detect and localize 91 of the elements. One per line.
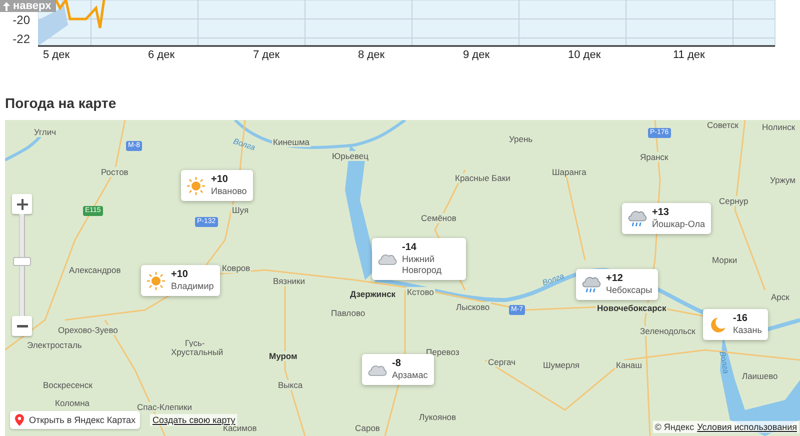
city-label: Зеленодольск: [639, 326, 696, 336]
create-map-link[interactable]: Создать свою карту: [150, 414, 238, 426]
city-label: Сергач: [487, 357, 516, 367]
copyright-text: © Яндекс: [654, 422, 694, 432]
city-label: Канаш: [615, 360, 643, 370]
weather-marker[interactable]: +10 Владимир: [141, 265, 220, 296]
weather-marker[interactable]: -8 Арзамас: [362, 354, 434, 385]
city-label: Углич: [33, 127, 58, 137]
city-label: Дзержинск: [349, 289, 397, 299]
x-axis-label: 6 дек: [148, 48, 176, 61]
x-axis-label: 9 дек: [463, 48, 491, 61]
temperature-value: +10: [211, 174, 229, 186]
y-axis-label: -22: [12, 32, 31, 46]
city-label: Уржум: [769, 175, 797, 185]
city-label: Спас-Клепики: [136, 402, 194, 412]
river-label: Волга: [541, 271, 566, 288]
x-axis-label: 7 дек: [253, 48, 281, 61]
river-label: Волга: [232, 136, 256, 152]
city-label: Вязники: [272, 276, 306, 286]
temperature-value: +12: [606, 273, 624, 285]
city-label: Лукоянов: [418, 412, 458, 422]
rain-cloud-icon: [627, 210, 647, 228]
temperature-value: +13: [652, 207, 670, 218]
city-label: Воскресенск: [42, 380, 94, 390]
x-axis-label: 8 дек: [358, 48, 386, 61]
city-name: Нижний Новгород: [402, 254, 442, 276]
terms-link[interactable]: Условия использования: [697, 422, 797, 432]
city-label: Морки: [711, 255, 738, 265]
city-label: Гусь-: [184, 338, 206, 348]
section-title: Погода на карте: [5, 95, 118, 113]
city-label: Лысково: [455, 302, 491, 312]
city-name: Казань: [733, 325, 762, 336]
city-label: Коломна: [54, 398, 91, 408]
city-label: Шумерля: [542, 360, 581, 370]
city-name: Арзамас: [392, 370, 428, 381]
city-label: Советск: [706, 120, 740, 130]
map-pin-icon: [15, 414, 24, 426]
plus-icon: [16, 198, 28, 210]
city-label: Муром: [268, 351, 298, 361]
city-label: Перевоз: [425, 347, 460, 357]
city-label: Лаишево: [741, 371, 779, 381]
zoom-in-button[interactable]: [12, 194, 32, 214]
x-axis-label: 5 дек: [43, 48, 71, 61]
city-label: Ростов: [100, 167, 130, 177]
weather-marker[interactable]: +12 Чебоксары: [576, 269, 658, 300]
weather-marker[interactable]: -14 Нижний Новгород: [372, 238, 466, 280]
x-axis-label: 11 дек: [673, 48, 706, 61]
x-axis-label: 10 дек: [568, 48, 602, 61]
city-label: Шаранга: [551, 167, 588, 177]
river-label: Волга: [718, 350, 731, 374]
city-label: Урень: [508, 134, 534, 144]
sun-icon: [186, 176, 206, 194]
temperature-value: -16: [733, 313, 748, 325]
city-label: Красные Баки: [454, 173, 512, 183]
city-label: Саров: [354, 423, 381, 433]
y-axis-label: -20: [12, 13, 31, 27]
temperature-value: +10: [171, 269, 189, 281]
city-name: Чебоксары: [606, 285, 652, 296]
city-label: Кстово: [406, 287, 435, 297]
temperature-value: -8: [392, 358, 402, 370]
city-label: Шуя: [231, 205, 250, 215]
city-name: Владимир: [171, 281, 214, 292]
city-label: Яранск: [639, 152, 670, 162]
zoom-out-button[interactable]: [12, 316, 32, 336]
temperature-value: -14: [402, 242, 418, 254]
city-label: Арск: [770, 292, 790, 302]
sun-icon: [146, 272, 166, 290]
city-label: Нолинск: [761, 122, 796, 132]
city-label: Орехово-Зуево: [57, 325, 119, 335]
weather-marker[interactable]: +10 Иваново: [181, 170, 253, 201]
city-label: Юрьевец: [331, 151, 370, 161]
city-label: Выкса: [277, 380, 304, 390]
city-label: Павлово: [330, 308, 366, 318]
city-label: Новочебоксарск: [596, 303, 668, 313]
city-label: Александров: [68, 265, 122, 275]
zoom-slider-handle[interactable]: [13, 257, 31, 266]
minus-icon: [16, 324, 28, 328]
city-name: Иваново: [211, 186, 247, 197]
city-name: Йошкар-Ола: [652, 219, 705, 230]
city-label: Хрустальный: [170, 347, 224, 357]
weather-marker[interactable]: -16 Казань: [703, 309, 768, 340]
city-label: Кинешма: [272, 137, 311, 147]
rain-cloud-icon: [581, 276, 601, 294]
city-label: Электросталь: [26, 340, 83, 350]
city-label: Семёнов: [420, 213, 458, 223]
city-label: Ковров: [221, 263, 252, 273]
weather-marker[interactable]: +13 Йошкар-Ола: [622, 203, 711, 234]
city-label: Сернур: [718, 196, 750, 206]
moon-icon: [708, 316, 728, 334]
map[interactable]: [5, 120, 800, 436]
open-in-maps-button[interactable]: Открыть в Яндекс Картах: [10, 411, 140, 429]
